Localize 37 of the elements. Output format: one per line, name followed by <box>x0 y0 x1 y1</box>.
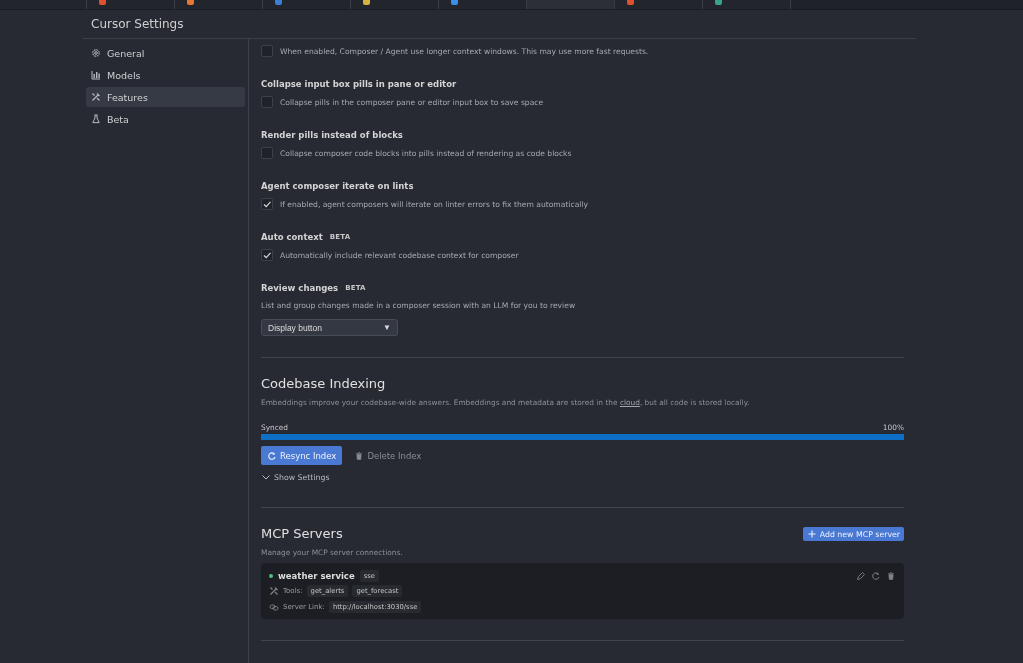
sidebar-item[interactable]: Beta <box>86 109 245 129</box>
section-title: Codebase Indexing <box>261 376 387 393</box>
tools-icon <box>91 92 101 102</box>
pencil-icon <box>856 570 866 581</box>
checkbox[interactable] <box>261 96 273 108</box>
link-icon <box>269 601 279 612</box>
refresh-icon <box>267 450 277 461</box>
bar-chart-icon <box>91 70 101 80</box>
gear-icon <box>91 48 101 58</box>
sidebar-item[interactable]: General <box>86 43 245 63</box>
setting-title: Auto context <box>261 232 323 242</box>
plus-icon <box>806 529 817 539</box>
setting-title: Review changes <box>261 283 339 293</box>
setting-title: Collapse input box pills in pane or editor <box>261 79 457 89</box>
chevron-down-icon <box>261 472 271 482</box>
tools-icon <box>269 586 279 597</box>
checkbox[interactable] <box>261 198 273 210</box>
checkbox[interactable] <box>261 249 273 261</box>
setting-title: Agent composer iterate on lints <box>261 181 414 191</box>
server-name: weather service <box>278 570 355 581</box>
refresh-icon <box>871 570 881 581</box>
checkbox[interactable] <box>261 45 273 57</box>
checkbox[interactable] <box>261 147 273 159</box>
checkmark-icon <box>262 199 272 209</box>
resync-button[interactable]: Resync Index <box>261 446 343 465</box>
checkmark-icon <box>262 250 272 260</box>
window-title: Cursor Settings <box>91 17 184 31</box>
sidebar-item[interactable]: Features <box>86 87 245 107</box>
setting-title: Render pills instead of blocks <box>261 130 403 140</box>
dropdown-arrow: ▼ <box>383 323 391 332</box>
trash-icon <box>354 450 365 461</box>
flask-icon <box>91 114 101 124</box>
trash-icon <box>886 570 896 581</box>
sidebar-item[interactable]: Models <box>86 65 245 85</box>
section-title: MCP Servers <box>261 526 343 543</box>
dropdown[interactable]: Display button ▼ <box>261 319 398 336</box>
delete-button[interactable]: Delete Index <box>348 446 428 465</box>
